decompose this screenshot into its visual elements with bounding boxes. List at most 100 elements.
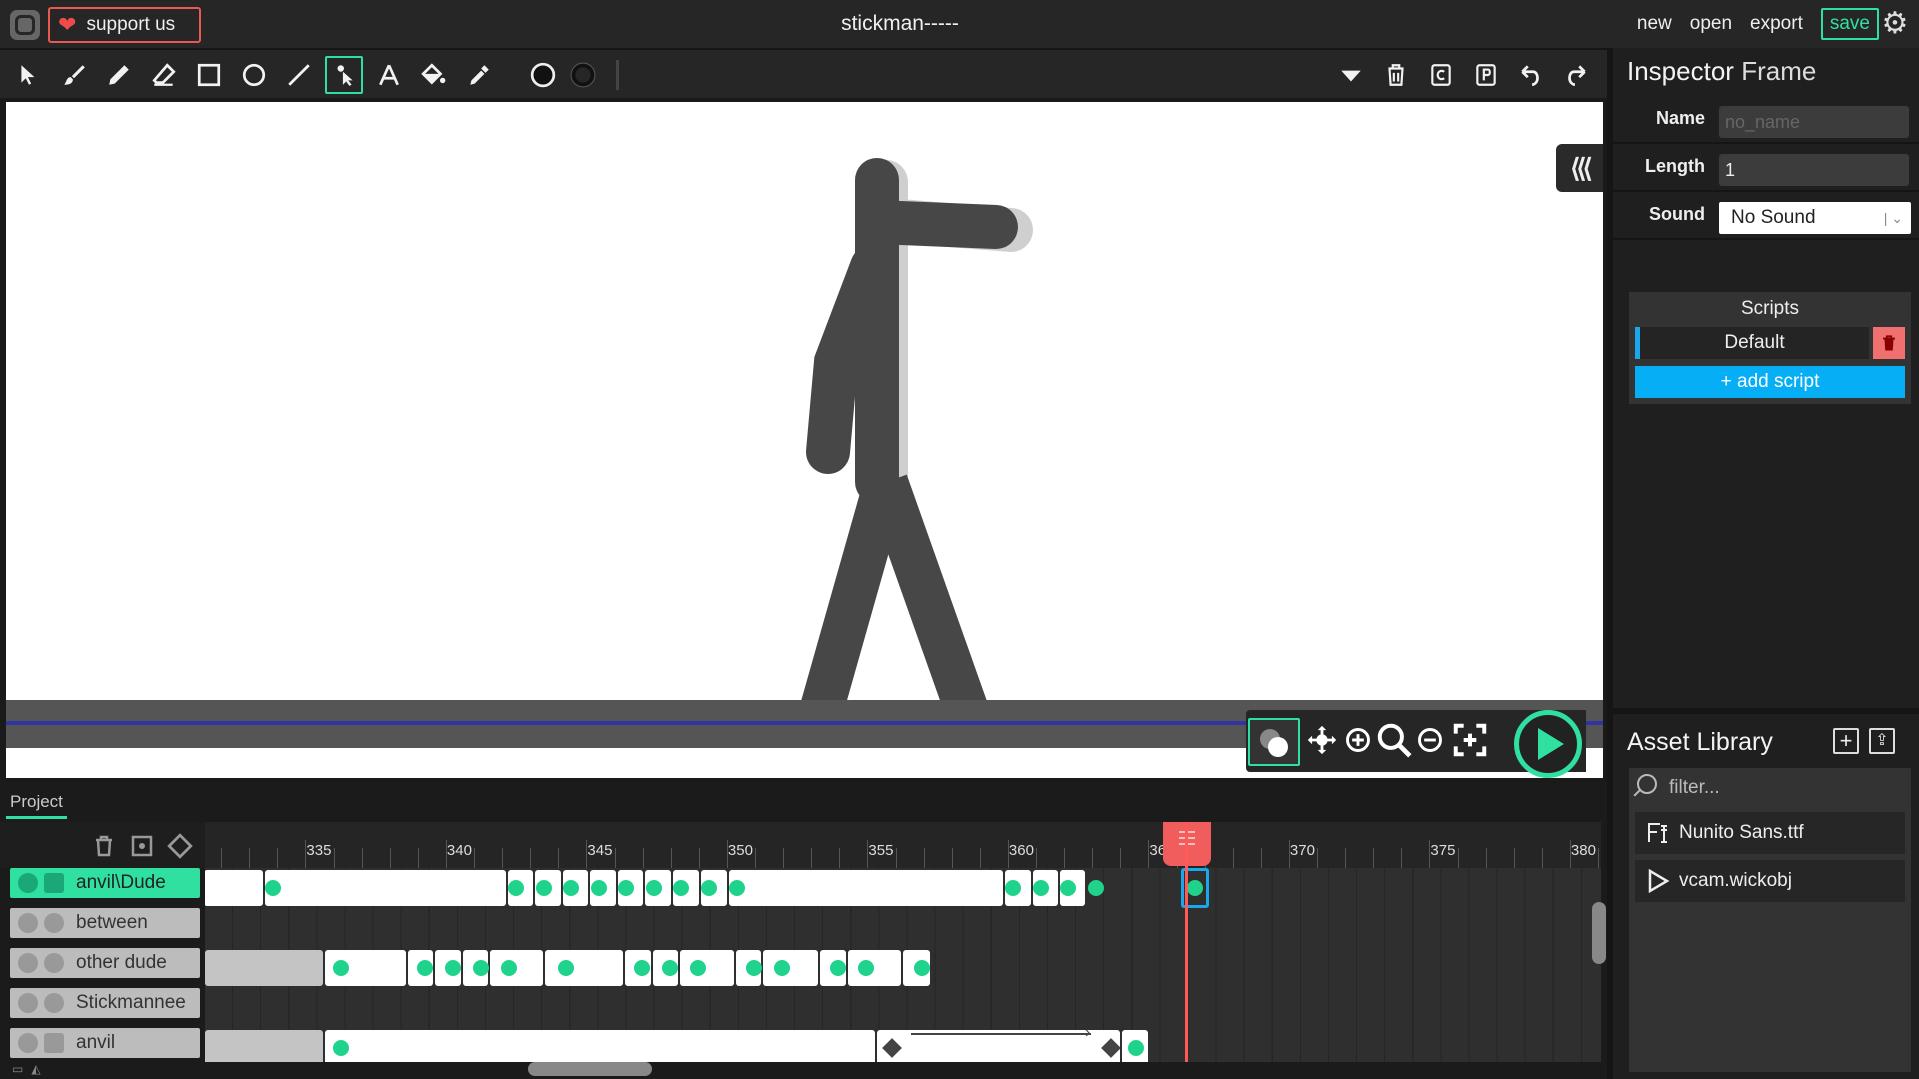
keyframe-dot[interactable] bbox=[265, 880, 281, 896]
timeline-vertical-scrollbar[interactable] bbox=[1592, 902, 1606, 964]
lock-icon[interactable] bbox=[44, 953, 64, 973]
lock-icon[interactable] bbox=[44, 993, 64, 1013]
frame-cell[interactable] bbox=[265, 870, 506, 906]
keyframe-dot[interactable] bbox=[830, 960, 846, 976]
collapse-inspector-icon[interactable]: ⟨⟨⟨ bbox=[1556, 144, 1603, 192]
settings-gear-icon[interactable]: ⚙ bbox=[1879, 8, 1911, 40]
eye-icon[interactable] bbox=[18, 913, 38, 933]
play-button[interactable] bbox=[1514, 710, 1582, 778]
timeline-horizontal-scrollbar[interactable] bbox=[528, 1062, 652, 1076]
layer-stickmannee[interactable]: Stickmannee bbox=[10, 988, 200, 1018]
project-title[interactable]: stickman----- bbox=[760, 0, 1040, 48]
eye-icon[interactable] bbox=[18, 1033, 38, 1053]
stage-canvas[interactable] bbox=[6, 102, 1603, 778]
keyframe-dot[interactable] bbox=[563, 880, 579, 896]
keyframe-dot[interactable] bbox=[673, 880, 689, 896]
lock-icon[interactable] bbox=[44, 913, 64, 933]
asset-filter-input[interactable]: filter... bbox=[1629, 768, 1911, 808]
keyframe-dot[interactable] bbox=[914, 960, 930, 976]
export-asset-icon[interactable]: ⇪ bbox=[1869, 728, 1895, 754]
layer-anvil-dude[interactable]: anvil\Dude bbox=[10, 868, 200, 898]
fill-color-icon[interactable] bbox=[524, 56, 562, 94]
keyframe-dot[interactable] bbox=[729, 880, 745, 896]
zoom-out-icon[interactable] bbox=[1410, 720, 1450, 760]
frame-cell[interactable] bbox=[205, 1030, 323, 1062]
new-button[interactable]: new bbox=[1637, 13, 1672, 35]
keyframe-dot[interactable] bbox=[701, 880, 717, 896]
tab-project[interactable]: Project bbox=[6, 790, 67, 819]
fill-bucket-tool-icon[interactable] bbox=[415, 56, 453, 94]
keyframe-dot[interactable] bbox=[536, 880, 552, 896]
wick-logo-icon[interactable] bbox=[10, 10, 40, 40]
name-field[interactable]: no_name bbox=[1719, 106, 1909, 138]
layer-other-dude[interactable]: other dude bbox=[10, 948, 200, 978]
keyframe-dot[interactable] bbox=[858, 960, 874, 976]
eye-icon[interactable] bbox=[18, 993, 38, 1013]
support-us-button[interactable]: ❤ support us bbox=[48, 7, 201, 43]
keyframe-dot[interactable] bbox=[746, 960, 762, 976]
audio-waveform-icon[interactable]: ◭ bbox=[31, 1062, 40, 1076]
keyframe-dot[interactable] bbox=[445, 960, 461, 976]
script-default[interactable]: Default bbox=[1635, 327, 1869, 359]
frame-ruler[interactable]: 335 340 345 350 355 360 365 370 375 380 bbox=[205, 822, 1601, 868]
frame-cell[interactable] bbox=[545, 950, 623, 986]
add-layer-icon[interactable] bbox=[128, 832, 156, 860]
pan-move-icon[interactable] bbox=[1302, 720, 1342, 760]
frame-cell[interactable] bbox=[729, 870, 1003, 906]
keyframe-dot[interactable] bbox=[646, 880, 662, 896]
keyframe-dot[interactable] bbox=[591, 880, 607, 896]
frame-cell[interactable] bbox=[325, 1030, 875, 1062]
frame-cell[interactable] bbox=[848, 950, 901, 986]
zoom-in-icon[interactable] bbox=[1338, 720, 1378, 760]
keyframe-dot[interactable] bbox=[1187, 880, 1203, 896]
keyframe-dot[interactable] bbox=[508, 880, 524, 896]
keyframe-dot[interactable] bbox=[1088, 880, 1104, 896]
eye-icon[interactable] bbox=[18, 953, 38, 973]
lock-icon[interactable] bbox=[44, 1033, 64, 1053]
layer-anvil[interactable]: anvil bbox=[10, 1028, 200, 1058]
ellipse-tool-icon[interactable] bbox=[235, 56, 273, 94]
keyframe-dot[interactable] bbox=[1060, 880, 1076, 896]
keyframe-dot[interactable] bbox=[1128, 1040, 1144, 1056]
asset-item-vcam[interactable]: vcam.wickobj bbox=[1635, 860, 1905, 902]
text-tool-icon[interactable] bbox=[370, 56, 408, 94]
add-asset-icon[interactable]: + bbox=[1833, 728, 1859, 754]
paste-icon[interactable] bbox=[1467, 56, 1505, 94]
keyframe-dot[interactable] bbox=[417, 960, 433, 976]
length-field[interactable]: 1 bbox=[1719, 154, 1909, 186]
frames-grid[interactable]: 335 340 345 350 355 360 365 370 375 380 › bbox=[205, 822, 1601, 1062]
pencil-tool-icon[interactable] bbox=[100, 56, 138, 94]
keyframe-dot[interactable] bbox=[558, 960, 574, 976]
keyframe-dot[interactable] bbox=[634, 960, 650, 976]
delete-script-icon[interactable] bbox=[1873, 327, 1905, 359]
lock-icon[interactable] bbox=[44, 873, 64, 893]
add-script-button[interactable]: + add script bbox=[1635, 366, 1905, 398]
export-button[interactable]: export bbox=[1750, 13, 1803, 35]
frame-cell[interactable] bbox=[680, 950, 734, 986]
keyframe-dot[interactable] bbox=[662, 960, 678, 976]
open-button[interactable]: open bbox=[1690, 13, 1732, 35]
cursor-tool-icon[interactable] bbox=[10, 56, 48, 94]
stroke-color-icon[interactable] bbox=[564, 56, 602, 94]
keyframe-dot[interactable] bbox=[473, 960, 489, 976]
delete-icon[interactable] bbox=[1377, 56, 1415, 94]
save-button[interactable]: save bbox=[1820, 8, 1879, 40]
frame-cell[interactable] bbox=[205, 870, 263, 906]
add-tween-icon[interactable] bbox=[166, 832, 194, 860]
path-cursor-tool-icon[interactable] bbox=[325, 56, 363, 94]
keyframe-dot[interactable] bbox=[333, 960, 349, 976]
frame-size-icon[interactable]: ▭ bbox=[12, 1062, 23, 1076]
copy-icon[interactable] bbox=[1422, 56, 1460, 94]
keyframe-dot[interactable] bbox=[333, 1040, 349, 1056]
onion-skin-icon[interactable] bbox=[1248, 718, 1300, 766]
rectangle-tool-icon[interactable] bbox=[190, 56, 228, 94]
line-tool-icon[interactable] bbox=[280, 56, 318, 94]
brush-tool-icon[interactable] bbox=[55, 56, 93, 94]
zoom-icon[interactable] bbox=[1374, 720, 1414, 760]
sound-select[interactable]: No Sound | ⌄ bbox=[1719, 202, 1911, 234]
delete-layer-icon[interactable] bbox=[90, 832, 118, 860]
keyframe-dot[interactable] bbox=[690, 960, 706, 976]
asset-item-font[interactable]: Nunito Sans.ttf bbox=[1635, 812, 1905, 854]
eraser-tool-icon[interactable] bbox=[145, 56, 183, 94]
eye-icon[interactable] bbox=[18, 873, 38, 893]
